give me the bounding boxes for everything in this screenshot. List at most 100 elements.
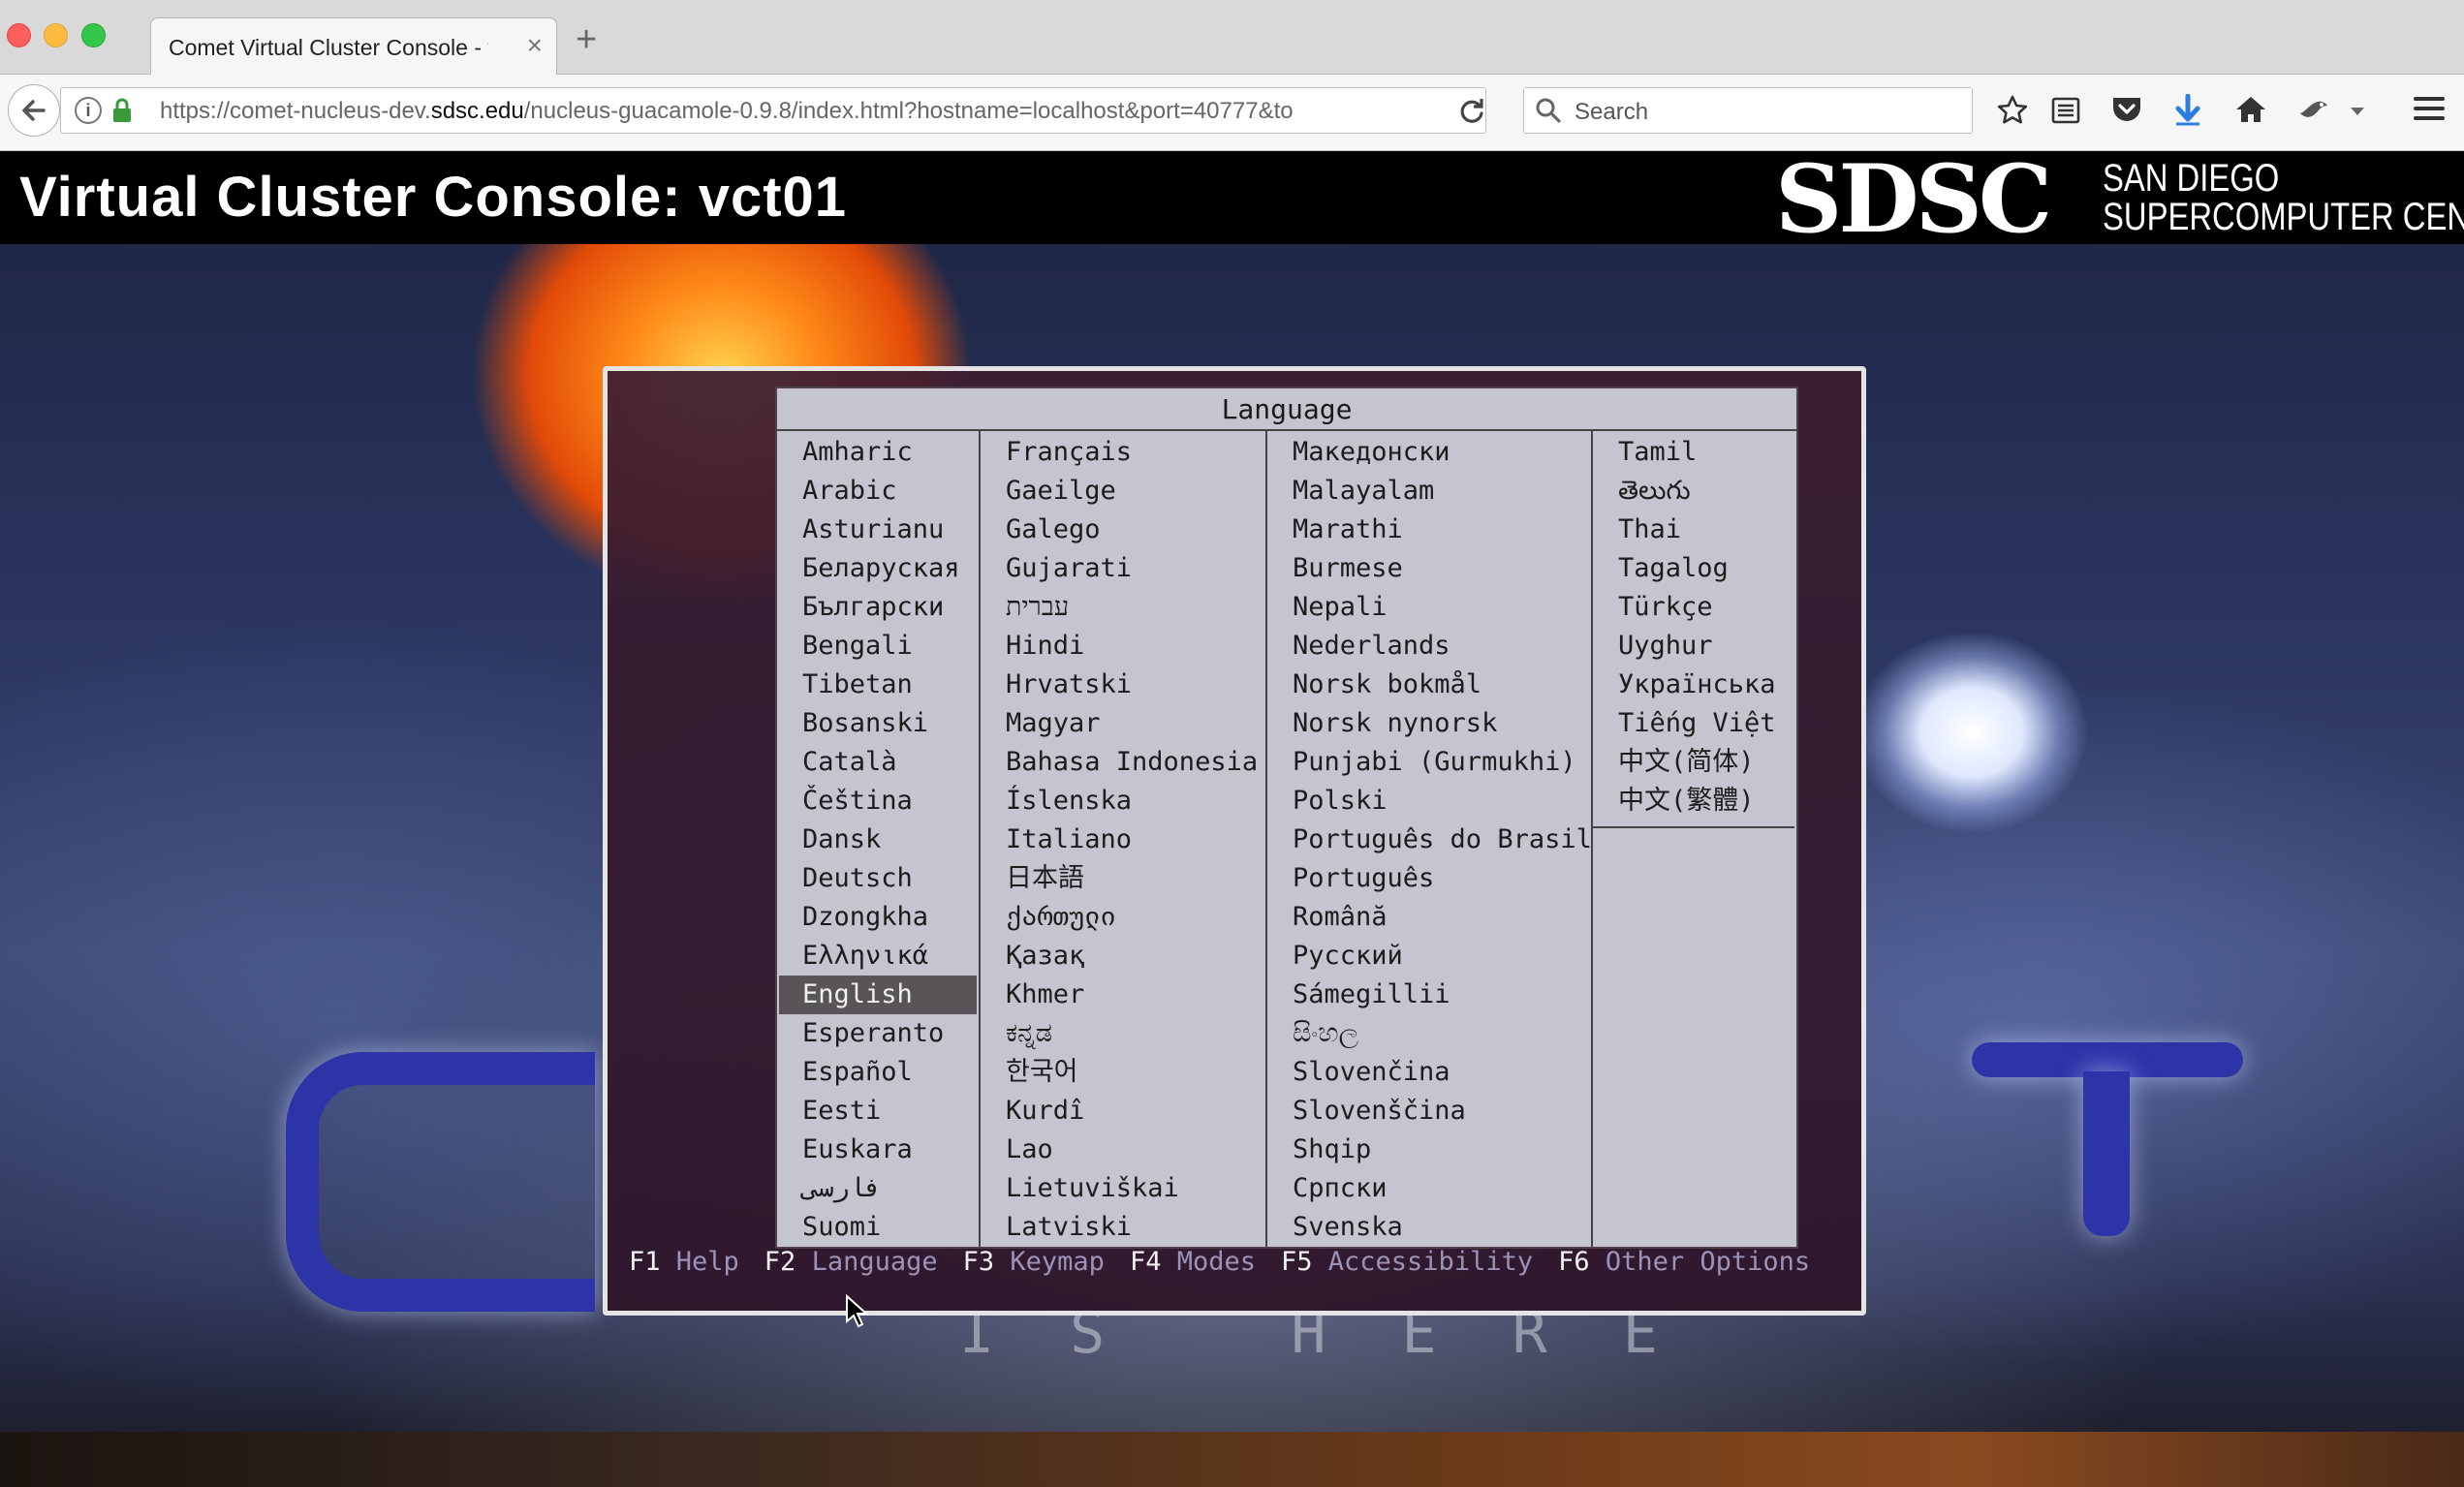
language-option[interactable]: עברית xyxy=(981,588,1265,627)
language-option[interactable]: Deutsch xyxy=(777,859,979,898)
language-option[interactable]: Català xyxy=(777,743,979,782)
language-option[interactable]: Khmer xyxy=(981,976,1265,1014)
language-option[interactable]: Shqip xyxy=(1267,1131,1591,1169)
language-option[interactable]: English xyxy=(779,976,977,1014)
language-option[interactable]: Dansk xyxy=(777,821,979,859)
search-input[interactable]: Search xyxy=(1523,87,1973,134)
browser-tab[interactable]: Comet Virtual Cluster Console - vct01 × xyxy=(150,17,557,75)
minimize-window-button[interactable] xyxy=(44,23,68,47)
language-option[interactable]: 日本語 xyxy=(981,859,1265,898)
language-option[interactable]: Íslenska xyxy=(981,782,1265,821)
reload-icon[interactable] xyxy=(1458,98,1485,125)
remote-console-window[interactable]: Language Amharic Arabic Asturianu Беларуска… xyxy=(603,366,1866,1316)
language-option[interactable]: Italiano xyxy=(981,821,1265,859)
language-selector[interactable]: Language Amharic Arabic Asturianu Беларуска… xyxy=(775,387,1798,1249)
language-option[interactable]: Esperanto xyxy=(777,1014,979,1053)
language-option[interactable]: 한국어 xyxy=(981,1053,1265,1092)
language-option[interactable]: Norsk bokmål xyxy=(1267,666,1591,704)
language-option[interactable]: Dzongkha xyxy=(777,898,979,937)
menu-icon[interactable] xyxy=(2413,94,2446,123)
function-key-f1[interactable]: F1 Help xyxy=(629,1247,739,1277)
language-option[interactable]: සිංහල xyxy=(1267,1014,1591,1053)
function-key-f6[interactable]: F6 Other Options xyxy=(1558,1247,1810,1277)
url-text[interactable]: https://comet-nucleus-dev.sdsc.edu/nucle… xyxy=(160,98,1458,125)
language-option[interactable]: Kurdî xyxy=(981,1092,1265,1131)
language-option[interactable]: Latviski xyxy=(981,1208,1265,1247)
language-option[interactable]: Punjabi (Gurmukhi) xyxy=(1267,743,1591,782)
language-option[interactable]: తెలుగు xyxy=(1593,472,1794,511)
language-option[interactable]: Nederlands xyxy=(1267,627,1591,666)
lock-icon[interactable] xyxy=(111,98,133,123)
download-icon[interactable] xyxy=(2173,94,2202,127)
language-option[interactable]: Polski xyxy=(1267,782,1591,821)
tab-close-icon[interactable]: × xyxy=(527,30,543,61)
language-option[interactable]: Sámegillii xyxy=(1267,976,1591,1014)
language-option[interactable]: Српски xyxy=(1267,1169,1591,1208)
function-key-f2[interactable]: F2 Language xyxy=(764,1247,938,1277)
language-option[interactable]: Svenska xyxy=(1267,1208,1591,1247)
new-tab-button[interactable]: + xyxy=(576,21,597,58)
language-option[interactable]: Tamil xyxy=(1593,433,1794,472)
language-option[interactable]: Македонски xyxy=(1267,433,1591,472)
language-option[interactable]: Bahasa Indonesia xyxy=(981,743,1265,782)
extension-icon[interactable] xyxy=(2296,94,2331,125)
language-option[interactable]: Hindi xyxy=(981,627,1265,666)
language-option[interactable]: Русский xyxy=(1267,937,1591,976)
language-option[interactable]: Amharic xyxy=(777,433,979,472)
dropdown-arrow-icon[interactable] xyxy=(2349,106,2366,117)
url-bar[interactable]: i https://comet-nucleus-dev.sdsc.edu/nuc… xyxy=(60,87,1486,134)
language-option[interactable]: Eesti xyxy=(777,1092,979,1131)
function-key-f3[interactable]: F3 Keymap xyxy=(963,1247,1105,1277)
language-option[interactable]: Nepali xyxy=(1267,588,1591,627)
language-option[interactable]: Tagalog xyxy=(1593,549,1794,588)
language-option[interactable]: Hrvatski xyxy=(981,666,1265,704)
language-option[interactable]: Burmese xyxy=(1267,549,1591,588)
language-option[interactable]: Tibetan xyxy=(777,666,979,704)
language-option[interactable]: Français xyxy=(981,433,1265,472)
language-option[interactable]: Gujarati xyxy=(981,549,1265,588)
language-option[interactable]: Slovenščina xyxy=(1267,1092,1591,1131)
language-option[interactable]: Português xyxy=(1267,859,1591,898)
language-option[interactable]: ქართული xyxy=(981,898,1265,937)
language-option[interactable]: Bosanski xyxy=(777,704,979,743)
close-window-button[interactable] xyxy=(7,23,31,47)
language-option[interactable]: Thai xyxy=(1593,511,1794,549)
language-option[interactable]: Uyghur xyxy=(1593,627,1794,666)
language-option[interactable]: Malayalam xyxy=(1267,472,1591,511)
language-option[interactable]: Bengali xyxy=(777,627,979,666)
language-option[interactable]: 中文(简体) xyxy=(1593,743,1794,782)
language-option[interactable]: Magyar xyxy=(981,704,1265,743)
language-option[interactable]: Lao xyxy=(981,1131,1265,1169)
language-option[interactable]: ಕನ್ನಡ xyxy=(981,1014,1265,1053)
language-option[interactable]: Norsk nynorsk xyxy=(1267,704,1591,743)
info-icon[interactable]: i xyxy=(75,97,102,124)
language-option[interactable]: Euskara xyxy=(777,1131,979,1169)
language-option[interactable]: 中文(繁體) xyxy=(1593,782,1794,821)
function-key-f4[interactable]: F4 Modes xyxy=(1130,1247,1256,1277)
language-option[interactable]: Română xyxy=(1267,898,1591,937)
bookmark-star-icon[interactable] xyxy=(1996,94,2029,127)
language-option[interactable]: Gaeilge xyxy=(981,472,1265,511)
pocket-icon[interactable] xyxy=(2110,94,2143,125)
language-option[interactable]: Asturianu xyxy=(777,511,979,549)
language-option[interactable]: فارسی xyxy=(777,1169,979,1208)
zoom-window-button[interactable] xyxy=(81,23,106,47)
language-option[interactable]: Беларуская xyxy=(777,549,979,588)
language-option[interactable]: Slovenčina xyxy=(1267,1053,1591,1092)
language-option[interactable]: Türkçe xyxy=(1593,588,1794,627)
reading-list-icon[interactable] xyxy=(2050,94,2081,125)
language-option[interactable]: Lietuviškai xyxy=(981,1169,1265,1208)
language-option[interactable]: Українська xyxy=(1593,666,1794,704)
language-option[interactable]: Español xyxy=(777,1053,979,1092)
language-option[interactable]: Tiếng Việt xyxy=(1593,704,1794,743)
language-option[interactable]: Português do Brasil xyxy=(1267,821,1591,859)
language-option[interactable]: Čeština xyxy=(777,782,979,821)
language-option[interactable]: Arabic xyxy=(777,472,979,511)
language-option[interactable]: Ελληνικά xyxy=(777,937,979,976)
language-option[interactable]: Қазақ xyxy=(981,937,1265,976)
language-option[interactable]: Galego xyxy=(981,511,1265,549)
function-key-f5[interactable]: F5 Accessibility xyxy=(1281,1247,1533,1277)
back-button[interactable] xyxy=(8,84,60,137)
home-icon[interactable] xyxy=(2234,94,2267,125)
language-option[interactable]: Български xyxy=(777,588,979,627)
